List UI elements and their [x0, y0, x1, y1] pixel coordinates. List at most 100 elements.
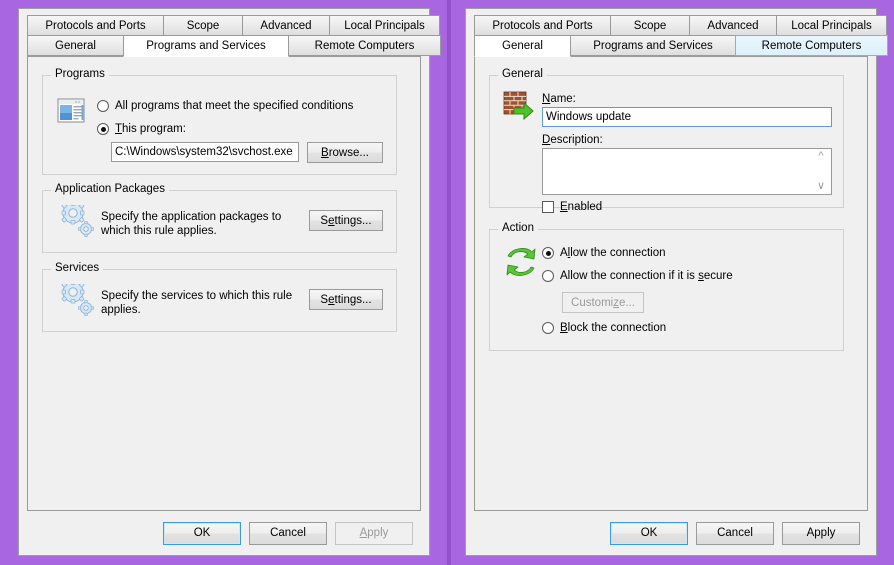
tab-protocols-and-ports[interactable]: Protocols and Ports: [27, 15, 164, 36]
name-label: Name:: [542, 93, 576, 105]
services-description: Specify the services to which this rule …: [101, 290, 293, 316]
enabled-checkbox-row[interactable]: Enabled: [542, 200, 602, 214]
ok-button[interactable]: OK: [163, 521, 241, 545]
tab-protocols-and-ports[interactable]: Protocols and Ports: [474, 15, 611, 36]
program-path-input[interactable]: C:\Windows\system32\svchost.exe: [111, 142, 299, 162]
tab-remote-computers[interactable]: Remote Computers: [735, 35, 888, 56]
tab-row-top-left: Protocols and Ports Scope Advanced Local…: [27, 15, 440, 36]
green-cycle-arrows-icon: [506, 248, 536, 276]
tabpage-general: General Name: Windows update Description…: [474, 56, 868, 511]
tab-label: General: [502, 40, 543, 52]
description-scroll-arrows[interactable]: ^ ∨: [813, 149, 829, 194]
block-connection-radio[interactable]: [542, 322, 554, 334]
tab-general[interactable]: General: [27, 35, 124, 56]
application-packages-group: Application Packages Specify the applica…: [42, 183, 397, 253]
tab-programs-and-services[interactable]: Programs and Services: [123, 35, 289, 57]
tab-advanced[interactable]: Advanced: [689, 15, 777, 36]
enabled-checkbox[interactable]: [542, 201, 554, 213]
all-programs-label: All programs that meet the specified con…: [115, 100, 354, 112]
gears-icon: [61, 284, 94, 316]
tab-label: Advanced: [707, 19, 759, 32]
tab-local-principals[interactable]: Local Principals: [776, 15, 887, 36]
application-packages-legend: Application Packages: [51, 183, 169, 195]
settings-button-label: Settings...: [320, 214, 372, 227]
allow-connection-label: Allow the connection: [560, 247, 666, 259]
apply-button[interactable]: Apply: [782, 521, 860, 545]
apply-button: Apply: [335, 521, 413, 545]
tab-programs-and-services[interactable]: Programs and Services: [570, 35, 736, 56]
desktop-divider: [447, 0, 451, 565]
customize-button: Customize...: [562, 292, 644, 313]
action-group-legend: Action: [498, 222, 538, 234]
general-group: General Name: Windows update Description…: [489, 68, 844, 213]
ok-button[interactable]: OK: [610, 521, 688, 545]
services-settings-button[interactable]: Settings...: [309, 289, 383, 310]
allow-secure-label: Allow the connection if it is secure: [560, 270, 733, 282]
tab-row-bottom-right: General Programs and Services Remote Com…: [474, 35, 888, 57]
tab-row-bottom-left: General Programs and Services Remote Com…: [27, 35, 441, 57]
tab-label: Local Principals: [344, 19, 425, 32]
this-program-radio[interactable]: [97, 123, 109, 135]
cancel-button[interactable]: Cancel: [696, 521, 774, 545]
firewall-rule-properties-dialog-right: Protocols and Ports Scope Advanced Local…: [465, 8, 888, 556]
programs-group-legend: Programs: [51, 68, 109, 80]
block-connection-label: Block the connection: [560, 322, 667, 334]
browse-button-label: Browse...: [321, 146, 369, 159]
dialog-left-body: Protocols and Ports Scope Advanced Local…: [19, 9, 441, 555]
tab-label: Scope: [633, 19, 667, 32]
tab-scope[interactable]: Scope: [163, 15, 243, 36]
tab-label: Remote Computers: [314, 39, 415, 52]
tab-label: Local Principals: [791, 19, 872, 32]
allow-connection-radio[interactable]: [542, 247, 554, 259]
allow-secure-radio[interactable]: [542, 270, 554, 282]
tabstrip-left: Protocols and Ports Scope Advanced Local…: [27, 15, 441, 57]
application-window-icon: [57, 98, 85, 123]
apply-button-label: Apply: [359, 527, 389, 539]
tab-label: Remote Computers: [761, 39, 862, 52]
chevron-up-icon[interactable]: ^: [818, 151, 823, 162]
customize-button-label: Customize...: [571, 296, 635, 309]
programs-group: Programs All programs that meet the spec…: [42, 68, 397, 175]
dialog-left-button-bar: OK Cancel Apply: [19, 511, 429, 555]
tabstrip-right: Protocols and Ports Scope Advanced Local…: [474, 15, 888, 57]
tab-label: Programs and Services: [146, 40, 266, 52]
description-textarea[interactable]: ^ ∨: [542, 148, 832, 195]
this-program-label: TThis program:his program:: [115, 123, 186, 135]
chevron-down-icon[interactable]: ∨: [817, 181, 825, 192]
block-connection-radio-row[interactable]: Block the connection: [542, 321, 666, 335]
tab-label: Programs and Services: [593, 39, 713, 52]
tab-label: Protocols and Ports: [492, 19, 593, 32]
gears-icon: [61, 205, 94, 237]
enabled-label: Enabled: [560, 201, 603, 213]
allow-secure-radio-row[interactable]: Allow the connection if it is secure: [542, 269, 733, 283]
tab-local-principals[interactable]: Local Principals: [329, 15, 440, 36]
tab-label: Protocols and Ports: [45, 19, 146, 32]
this-program-radio-row[interactable]: TThis program:his program:: [97, 122, 186, 136]
tab-label: Advanced: [260, 19, 312, 32]
dialog-right-button-bar: OK Cancel Apply: [466, 511, 876, 555]
tabpage-programs-and-services: Programs All programs that meet the spec…: [27, 56, 421, 511]
tab-label: Scope: [186, 19, 220, 32]
tab-remote-computers[interactable]: Remote Computers: [288, 35, 441, 56]
services-group: Services Specify the services to which t…: [42, 262, 397, 332]
general-group-legend: General: [498, 68, 547, 80]
allow-connection-radio-row[interactable]: Allow the connection: [542, 246, 666, 260]
all-programs-radio-row[interactable]: All programs that meet the specified con…: [97, 99, 353, 113]
description-label: Description:: [542, 134, 603, 146]
name-input[interactable]: Windows update: [542, 107, 832, 127]
tab-row-top-right: Protocols and Ports Scope Advanced Local…: [474, 15, 887, 36]
application-packages-description: Specify the application packages to whic…: [101, 211, 282, 237]
all-programs-radio[interactable]: [97, 100, 109, 112]
settings-button-label: Settings...: [320, 293, 372, 306]
firewall-rule-properties-dialog-left: Protocols and Ports Scope Advanced Local…: [18, 8, 441, 556]
tab-label: General: [55, 39, 96, 52]
browse-button[interactable]: Browse...: [307, 142, 383, 163]
dialog-right-body: Protocols and Ports Scope Advanced Local…: [466, 9, 888, 555]
tab-scope[interactable]: Scope: [610, 15, 690, 36]
tab-advanced[interactable]: Advanced: [242, 15, 330, 36]
cancel-button[interactable]: Cancel: [249, 521, 327, 545]
tab-general[interactable]: General: [474, 35, 571, 57]
firewall-inbound-rule-icon: [503, 91, 534, 121]
services-group-legend: Services: [51, 262, 104, 274]
application-packages-settings-button[interactable]: Settings...: [309, 210, 383, 231]
